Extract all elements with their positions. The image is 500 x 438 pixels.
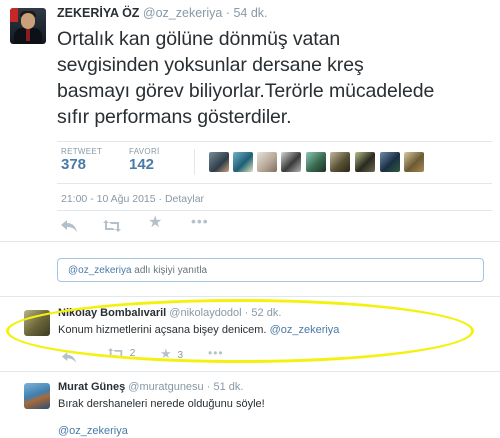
- reply-text-continued: @oz_zekeriya: [58, 425, 128, 437]
- divider: [57, 141, 492, 142]
- details-link[interactable]: Detaylar: [165, 193, 204, 205]
- divider: [0, 241, 500, 242]
- reply-mention[interactable]: @oz_zekeriya: [58, 425, 128, 437]
- divider: [57, 183, 492, 184]
- divider: [0, 296, 500, 297]
- reply-input[interactable]: @oz_zekeriya adlı kişiyi yanıtla: [57, 258, 484, 282]
- tweet-text-line: Ortalık kan gölüne dönmüş vatan: [57, 28, 341, 50]
- favoriter-avatar[interactable]: [257, 152, 277, 172]
- tweet-header: ZEKERİYA ÖZ @oz_zekeriya · 54 dk.: [57, 6, 268, 20]
- retweet-label: RETWEET: [61, 147, 103, 156]
- retweet-button[interactable]: [103, 219, 121, 237]
- reply-header: Murat Güneş @muratgunesu · 51 dk.: [58, 381, 244, 393]
- tweet-text-line: basmayı görev biliyorlar.Terörle mücadel…: [57, 80, 435, 102]
- more-button[interactable]: •••: [191, 214, 209, 228]
- more-icon: •••: [191, 213, 209, 229]
- favoriter-avatar[interactable]: [380, 152, 400, 172]
- favorite-button[interactable]: ★: [148, 214, 163, 231]
- divider: [57, 210, 492, 211]
- star-icon: ★: [148, 214, 163, 231]
- author-name[interactable]: ZEKERİYA ÖZ: [57, 6, 139, 20]
- reply-body: Bırak dershaneleri nerede olduğunu söyle…: [58, 398, 265, 410]
- favoriter-avatar[interactable]: [355, 152, 375, 172]
- author-handle[interactable]: @oz_zekeriya: [143, 6, 222, 20]
- favorite-count: 142: [129, 156, 155, 173]
- stats-divider: [194, 149, 195, 175]
- reply-avatar[interactable]: [24, 383, 50, 409]
- retweet-icon: [103, 220, 121, 232]
- favoriter-avatar[interactable]: [306, 152, 326, 172]
- favoriter-avatar[interactable]: [209, 152, 229, 172]
- retweet-stat[interactable]: RETWEET 378: [61, 147, 102, 173]
- divider: [0, 371, 500, 372]
- tweet-text: Ortalık kan gölüne dönmüş vatan sevgisin…: [57, 26, 487, 130]
- reply-input-mention: @oz_zekeriya: [68, 265, 132, 276]
- reply-text: Bırak dershaneleri nerede olduğunu söyle…: [58, 398, 265, 410]
- reply-icon: [61, 220, 77, 232]
- author-avatar[interactable]: [10, 8, 46, 44]
- tweet-timestamp: 21:00 - 10 Ağu 2015 · Detaylar: [61, 193, 205, 205]
- reply-button[interactable]: [61, 219, 77, 237]
- retweet-count: 378: [61, 156, 87, 173]
- favoriter-avatar[interactable]: [404, 152, 424, 172]
- favoriter-avatar[interactable]: [330, 152, 350, 172]
- reply-time[interactable]: 51 dk.: [213, 381, 243, 393]
- tweet-time[interactable]: 54 dk.: [233, 6, 267, 20]
- timestamp-text[interactable]: 21:00 - 10 Ağu 2015: [61, 193, 156, 205]
- reply-author-name[interactable]: Murat Güneş: [58, 381, 125, 393]
- tweet-text-line: sıfır performans gösterdiler.: [57, 106, 292, 128]
- reply-author-handle[interactable]: @muratgunesu: [128, 381, 203, 393]
- reply-input-placeholder: adlı kişiyi yanıtla: [134, 265, 208, 276]
- favoriter-avatar[interactable]: [233, 152, 253, 172]
- highlight-annotation: [6, 299, 474, 363]
- favorite-stat[interactable]: FAVORİ 142: [129, 147, 160, 173]
- tweet-text-line: sevgisinden yoksunlar dersane kreş: [57, 54, 364, 76]
- favoriter-avatar[interactable]: [281, 152, 301, 172]
- favorite-label: FAVORİ: [129, 147, 160, 156]
